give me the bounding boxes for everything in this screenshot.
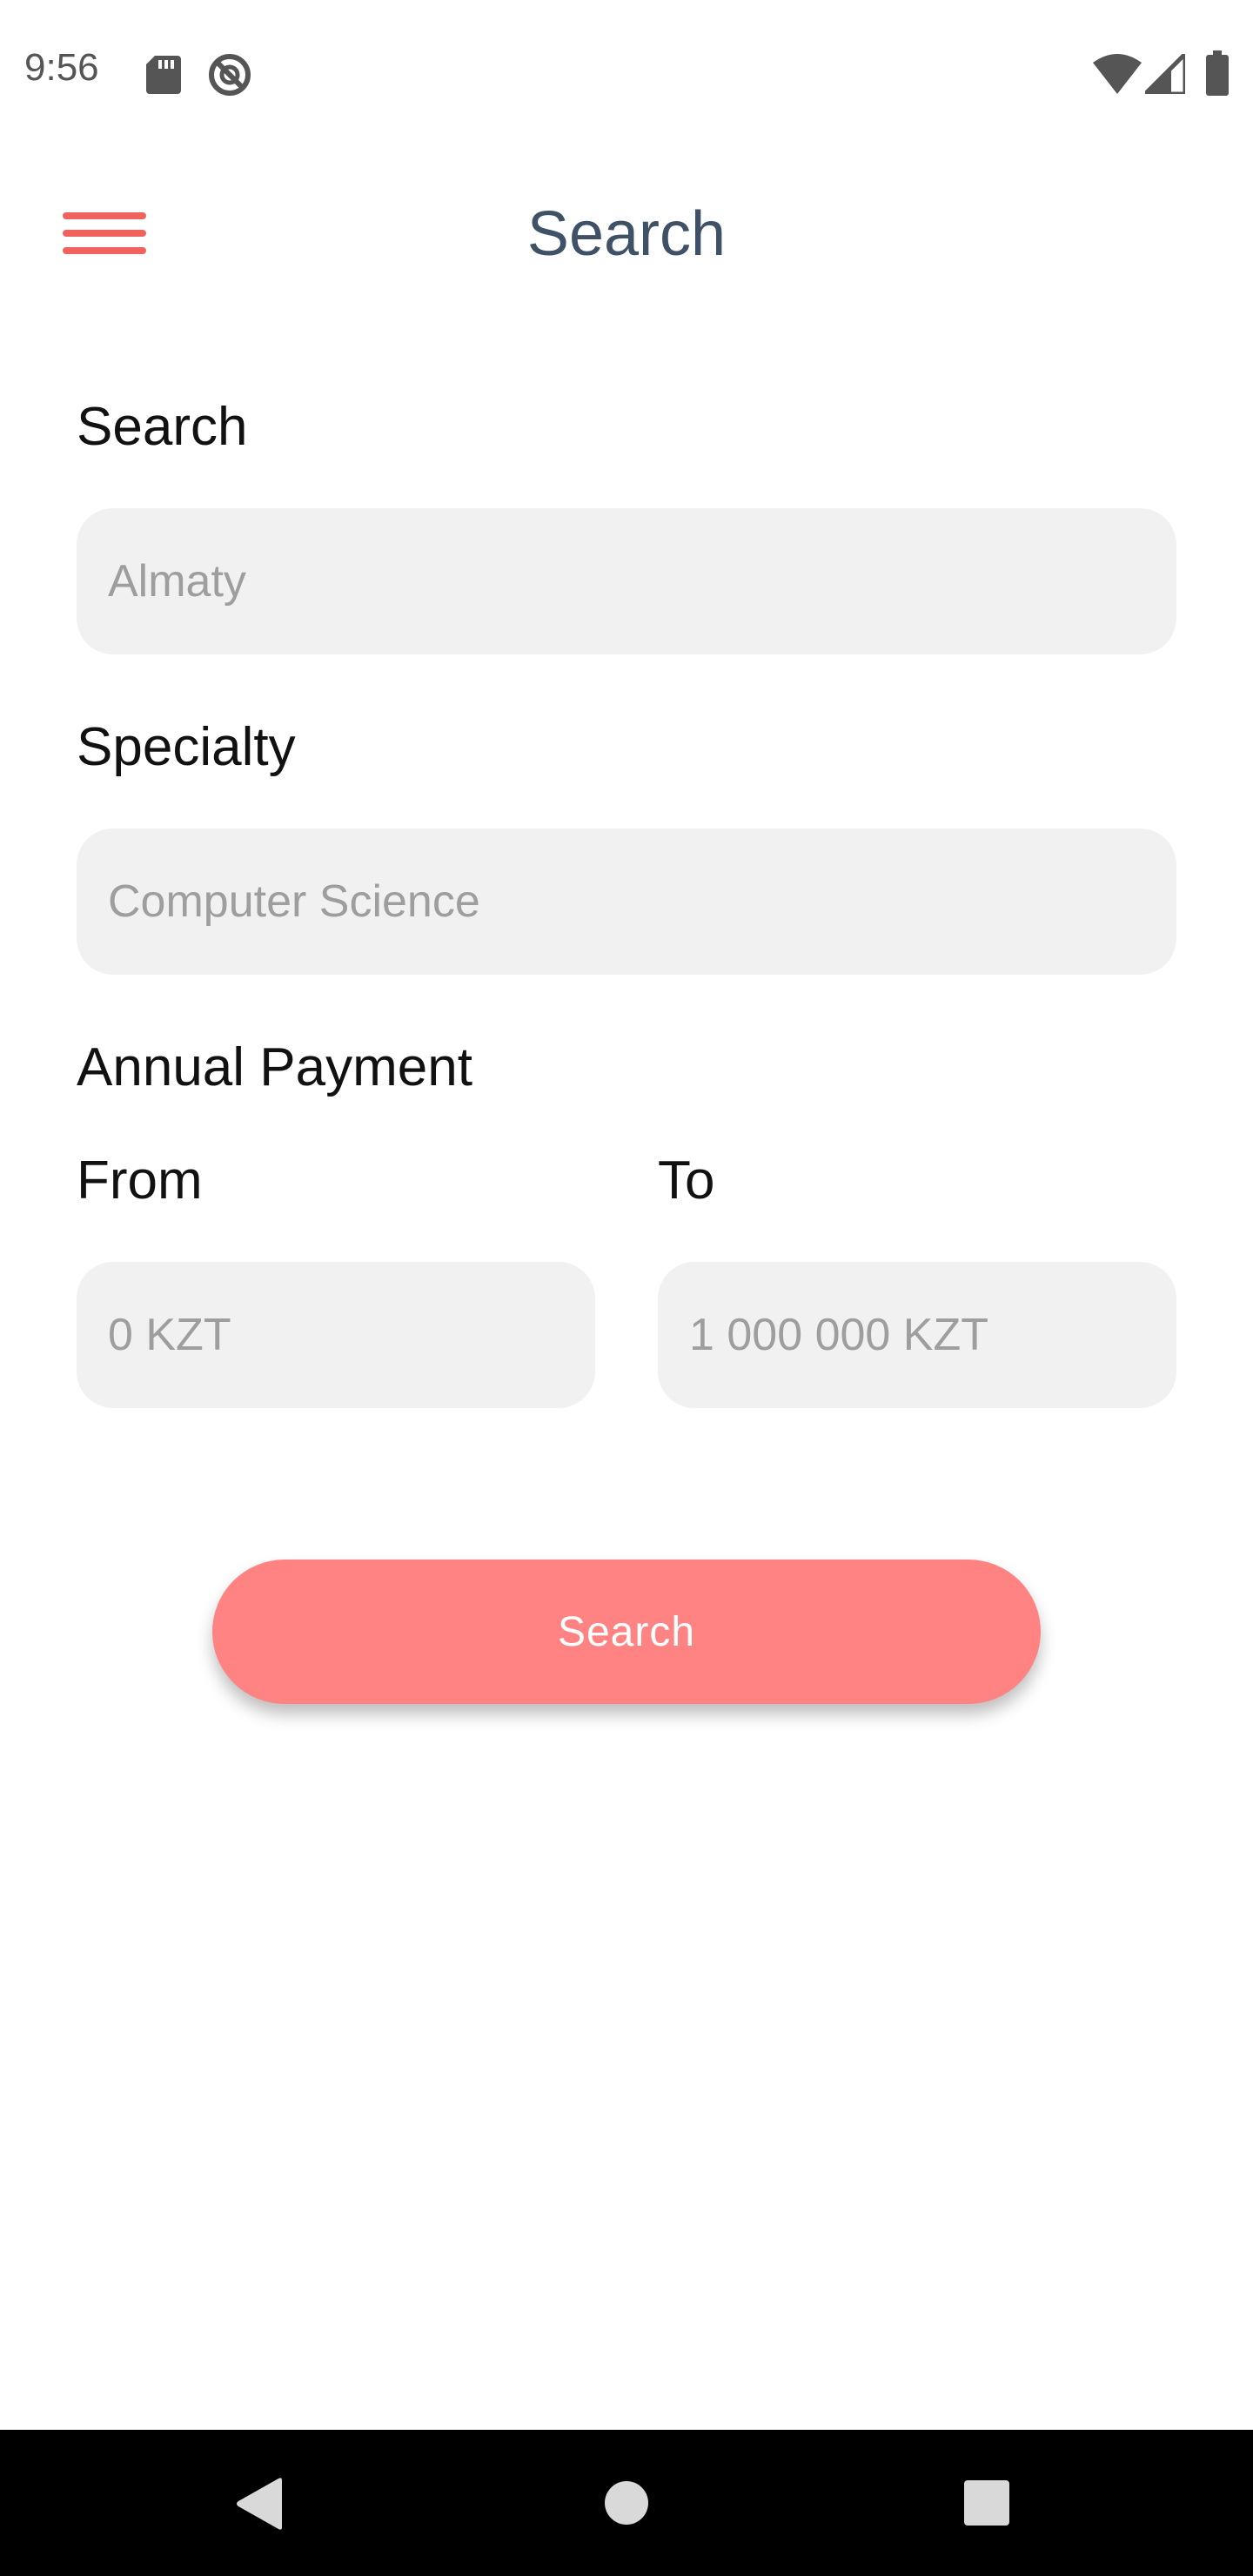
search-input[interactable] — [77, 508, 1176, 654]
status-bar: 9:56 — [0, 0, 1253, 148]
search-button[interactable]: Search — [212, 1560, 1041, 1704]
home-icon[interactable] — [604, 2480, 649, 2526]
payment-to-label: To — [658, 1150, 715, 1211]
navigation-bar — [0, 2430, 1253, 2576]
recents-icon[interactable] — [964, 2480, 1009, 2526]
back-icon[interactable] — [235, 2477, 284, 2531]
payment-from-label: From — [77, 1150, 203, 1211]
payment-to-input[interactable] — [658, 1262, 1176, 1408]
signal-icon — [1145, 54, 1185, 94]
page-title: Search — [526, 199, 727, 269]
battery-icon — [1206, 50, 1229, 96]
status-time: 9:56 — [24, 46, 99, 89]
specialty-input[interactable] — [77, 828, 1176, 975]
sd-card-icon — [146, 56, 181, 94]
search-label: Search — [77, 397, 248, 457]
annual-payment-label: Annual Payment — [77, 1037, 472, 1097]
payment-from-input[interactable] — [77, 1262, 595, 1408]
specialty-label: Specialty — [77, 717, 296, 777]
no-sync-icon — [209, 54, 251, 96]
wifi-icon — [1093, 54, 1142, 94]
